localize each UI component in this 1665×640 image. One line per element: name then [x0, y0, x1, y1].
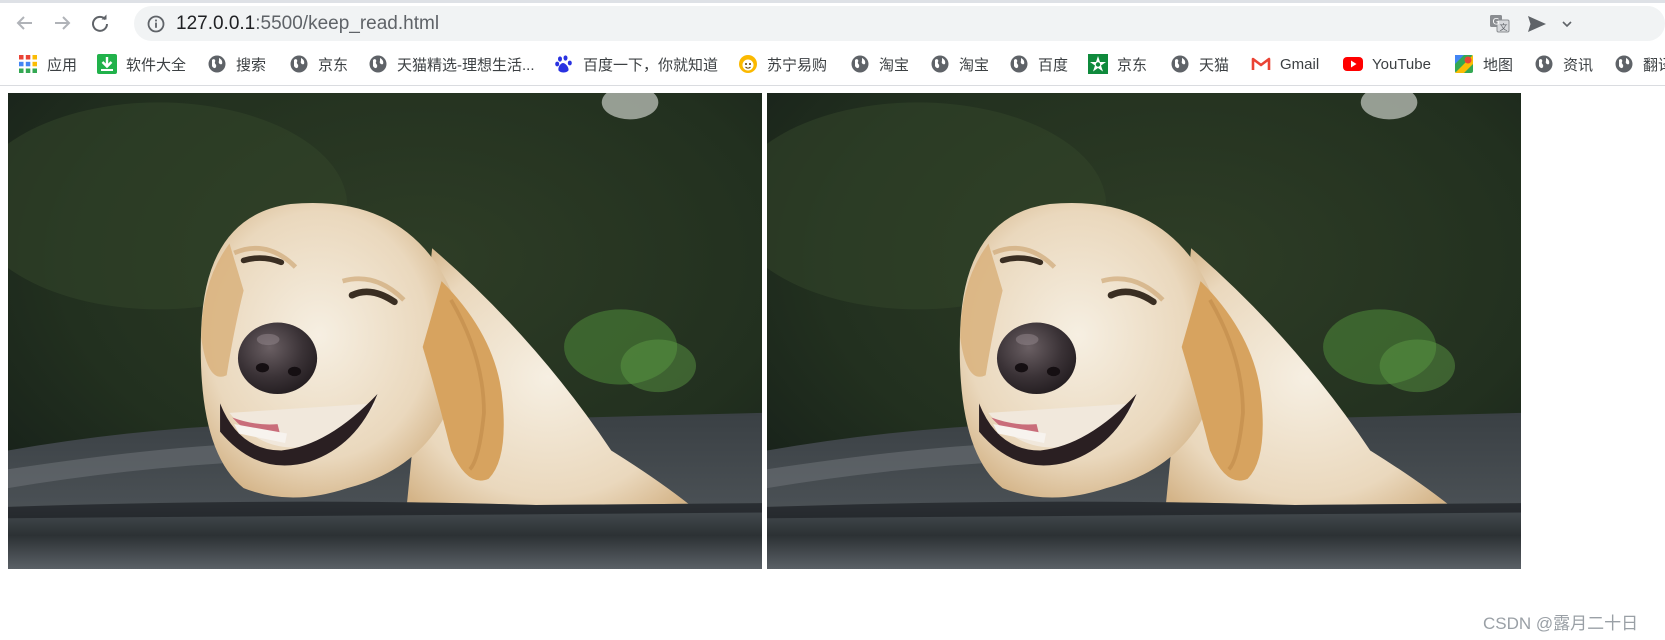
- reload-icon: [92, 14, 108, 32]
- bookmark-label: 淘宝: [879, 56, 910, 74]
- suning-icon: [739, 55, 757, 73]
- url-host: 127.0.0.1: [176, 13, 256, 34]
- bookmark-taobao-2[interactable]: 淘宝: [930, 53, 989, 75]
- apps-grid-icon: [19, 55, 37, 73]
- bookmark-label: 百度: [1038, 56, 1069, 74]
- bookmark-label: 翻译: [1643, 56, 1665, 74]
- bookmark-label: 京东: [1117, 56, 1148, 74]
- dog-image: [767, 93, 1521, 569]
- globe-icon: [208, 55, 226, 73]
- tab-strip-edge: [0, 0, 1665, 3]
- bookmark-baidu[interactable]: 百度: [1009, 53, 1068, 75]
- bookmark-taobao-1[interactable]: 淘宝: [850, 53, 909, 75]
- bookmarks-bar: 应用 软件大全 搜索 京东 天猫精选-理想生活... 百度一下，你就知道 苏宁易…: [0, 45, 1665, 86]
- forward-arrow-icon: [55, 16, 71, 30]
- globe-icon: [851, 55, 869, 73]
- globe-icon: [1535, 55, 1553, 73]
- back-button[interactable]: [12, 10, 38, 36]
- bookmark-tmall[interactable]: 天猫: [1170, 53, 1229, 75]
- globe-icon: [931, 55, 949, 73]
- browser-toolbar: 127.0.0.1:5500/keep_read.html G 文: [0, 0, 1665, 44]
- bookmark-label: 百度一下，你就知道: [583, 56, 719, 74]
- forward-button[interactable]: [49, 10, 75, 36]
- bookmark-gmail[interactable]: Gmail: [1251, 53, 1319, 75]
- translate-icon[interactable]: G 文: [1489, 14, 1511, 34]
- bookmark-label: 地图: [1483, 56, 1514, 74]
- bookmark-label: 资讯: [1563, 56, 1594, 74]
- url-path: :5500/keep_read.html: [255, 13, 440, 34]
- bookmark-label: 天猫: [1199, 56, 1230, 74]
- bookmark-maps[interactable]: 地图: [1454, 53, 1513, 75]
- reload-button[interactable]: [87, 10, 113, 36]
- svg-text:G: G: [1493, 18, 1500, 28]
- youtube-icon: [1343, 57, 1363, 71]
- watermark: CSDN @露月二十日: [1483, 614, 1639, 633]
- bookmark-jd-2[interactable]: 京东: [1088, 53, 1147, 75]
- dog-photo-left: [8, 93, 762, 569]
- maps-icon: [1455, 55, 1473, 73]
- bookmark-youtube[interactable]: YouTube: [1343, 53, 1431, 75]
- bookmark-label: YouTube: [1372, 55, 1431, 73]
- url-text[interactable]: 127.0.0.1:5500/keep_read.html: [176, 13, 439, 35]
- bookmark-translate[interactable]: 翻译: [1614, 53, 1665, 75]
- bookmark-label: 应用: [47, 56, 78, 74]
- bookmark-label: 京东: [318, 56, 349, 74]
- bookmark-label: 搜索: [236, 56, 267, 74]
- globe-icon: [369, 55, 387, 73]
- green-star-icon: [1088, 54, 1108, 74]
- bookmark-news[interactable]: 资讯: [1534, 53, 1593, 75]
- bookmark-tmall-select[interactable]: 天猫精选-理想生活...: [368, 53, 535, 75]
- bookmark-label: Gmail: [1280, 55, 1320, 73]
- globe-icon: [1010, 55, 1028, 73]
- bookmark-label: 苏宁易购: [767, 56, 828, 74]
- bookmark-software[interactable]: 软件大全: [97, 53, 186, 75]
- address-bar[interactable]: 127.0.0.1:5500/keep_read.html G 文: [134, 6, 1665, 41]
- dog-image: [8, 93, 762, 569]
- bookmark-label: 天猫精选-理想生活...: [397, 56, 535, 74]
- globe-icon: [290, 55, 308, 73]
- globe-icon: [1615, 55, 1633, 73]
- bookmark-jd[interactable]: 京东: [289, 53, 348, 75]
- gmail-icon: [1251, 57, 1271, 70]
- baidu-paw-icon: [555, 55, 572, 73]
- bookmark-label: 淘宝: [959, 56, 990, 74]
- globe-icon: [1171, 55, 1189, 73]
- bookmark-label: 软件大全: [126, 56, 187, 74]
- send-icon[interactable]: [1526, 14, 1548, 34]
- dog-photo-right: [767, 93, 1521, 569]
- bookmark-search[interactable]: 搜索: [207, 53, 266, 75]
- svg-text:文: 文: [1500, 22, 1508, 32]
- back-arrow-icon: [16, 16, 32, 30]
- bookmark-baidu-search[interactable]: 百度一下，你就知道: [554, 53, 718, 75]
- bookmark-suning[interactable]: 苏宁易购: [738, 53, 827, 75]
- download-icon: [97, 54, 117, 74]
- chevron-down-icon[interactable]: [1562, 14, 1572, 34]
- site-info-icon[interactable]: [146, 14, 166, 34]
- bookmark-apps[interactable]: 应用: [18, 53, 77, 75]
